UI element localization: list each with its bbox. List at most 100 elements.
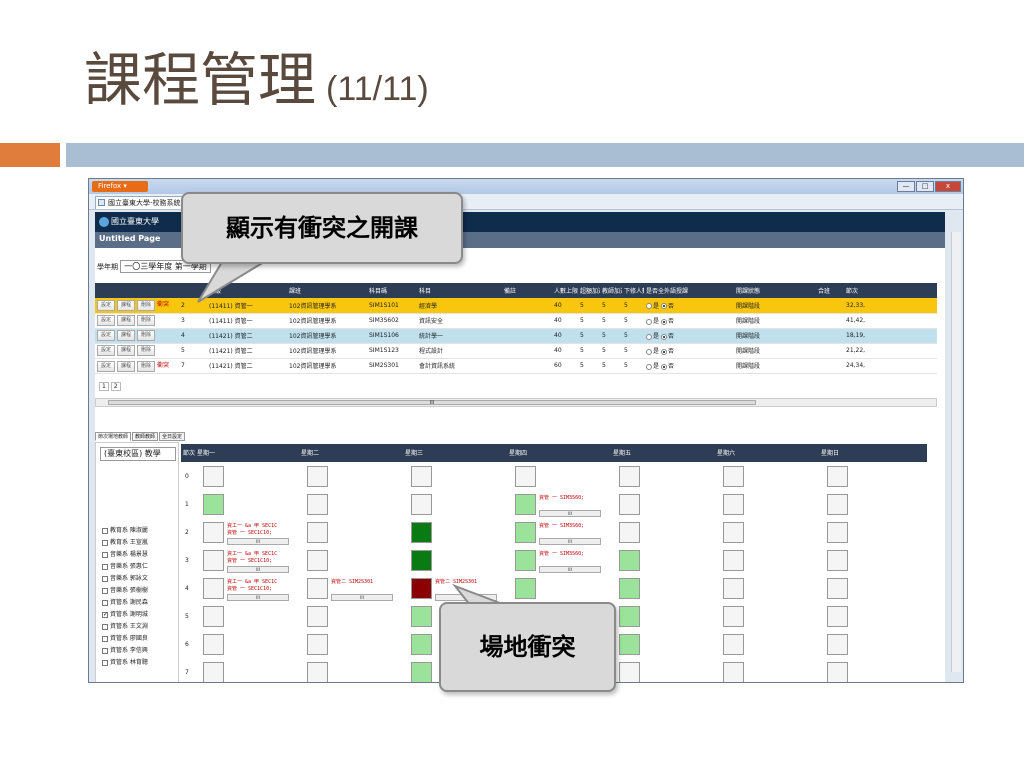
teacher-checkbox[interactable] [102, 647, 108, 654]
schedule-cell[interactable] [307, 522, 328, 543]
schedule-cell[interactable] [307, 634, 328, 655]
delete-button[interactable]: 刪除 [137, 360, 156, 372]
course-button[interactable]: 課程 [117, 315, 136, 326]
thu-p1-scroll[interactable]: III [539, 510, 601, 517]
schedule-cell[interactable] [411, 550, 432, 571]
set-button[interactable]: 設定 [97, 330, 116, 341]
schedule-cell[interactable] [827, 662, 848, 682]
schedule-cell[interactable] [203, 522, 224, 543]
radio-yes[interactable] [646, 348, 652, 355]
schedule-cell[interactable] [619, 550, 640, 571]
tab-period-room-teacher[interactable]: 節次場地教師 [95, 432, 132, 441]
teacher-checkbox[interactable]: ✓ [102, 611, 108, 618]
teacher-item[interactable]: 資管系 謝民森 [102, 597, 148, 606]
schedule-cell[interactable] [723, 494, 744, 515]
course-row[interactable]: 設定 課程 刪除 3 (11411) 資管一 102資訊管理學系 SIM3S602 資訊安全 4… [95, 313, 937, 329]
firefox-menu-button[interactable]: Firefox ▾ [92, 181, 148, 192]
schedule-cell[interactable] [515, 466, 536, 487]
schedule-cell[interactable] [619, 606, 640, 627]
schedule-cell[interactable] [827, 634, 848, 655]
schedule-cell[interactable] [827, 466, 848, 487]
delete-button[interactable]: 刪除 [137, 345, 156, 356]
grid-hscrollbar[interactable]: III [95, 398, 937, 407]
course-button[interactable]: 課程 [117, 300, 136, 312]
teacher-checkbox[interactable] [102, 587, 108, 594]
radio-no[interactable] [660, 318, 667, 325]
schedule-cell-conflict[interactable] [411, 578, 432, 599]
schedule-cell[interactable] [203, 578, 224, 599]
schedule-cell[interactable] [619, 522, 640, 543]
col-class[interactable]: 課班 [287, 283, 367, 298]
schedule-cell[interactable] [723, 522, 744, 543]
col-over[interactable]: 超額加選人數 [578, 283, 600, 298]
schedule-cell[interactable] [827, 550, 848, 571]
schedule-cell[interactable] [723, 606, 744, 627]
mon-p2-scroll[interactable]: III [227, 538, 289, 545]
delete-button[interactable]: 刪除 [137, 315, 156, 326]
radio-no[interactable] [660, 348, 667, 355]
col-note[interactable]: 備註 [502, 283, 552, 298]
teacher-checkbox[interactable] [102, 635, 108, 642]
minimize-button[interactable]: — [897, 181, 915, 192]
schedule-cell[interactable] [307, 578, 328, 599]
schedule-cell[interactable] [723, 550, 744, 571]
mon-p4-scroll[interactable]: III [227, 594, 289, 601]
schedule-cell[interactable] [619, 578, 640, 599]
hscroll-thumb[interactable]: III [108, 400, 756, 406]
set-button[interactable]: 設定 [97, 315, 116, 326]
schedule-cell[interactable] [515, 522, 536, 543]
teacher-item[interactable]: 資管系 王文淵 [102, 621, 148, 630]
teacher-checkbox[interactable] [102, 575, 108, 582]
schedule-cell[interactable] [307, 550, 328, 571]
page-1[interactable]: 1 [99, 382, 109, 391]
teacher-item[interactable]: 音樂系 郭詠文 [102, 573, 148, 582]
radio-yes[interactable] [646, 318, 652, 325]
course-row[interactable]: 設定 課程 刪除 5 (11421) 資管二 102資訊管理學系 SIM1S123 程式設計 4… [95, 343, 937, 359]
teacher-item[interactable]: 資管系 林育聰 [102, 657, 148, 666]
teacher-item[interactable]: 音樂系 張樹樹 [102, 585, 148, 594]
schedule-cell[interactable] [411, 522, 432, 543]
col-grade[interactable]: 年級 [207, 283, 287, 298]
course-button[interactable]: 課程 [117, 330, 136, 341]
teacher-item[interactable]: 教育系 王宣嵐 [102, 537, 148, 546]
teacher-checkbox[interactable] [102, 623, 108, 630]
schedule-cell[interactable] [411, 634, 432, 655]
schedule-cell[interactable] [307, 662, 328, 682]
schedule-cell[interactable] [203, 634, 224, 655]
maximize-button[interactable]: □ [916, 181, 934, 192]
schedule-cell[interactable] [827, 522, 848, 543]
col-merge[interactable]: 合班 [816, 283, 844, 298]
radio-yes[interactable] [646, 303, 652, 310]
radio-yes[interactable] [646, 363, 652, 370]
radio-no[interactable] [660, 363, 667, 370]
tab-teacher[interactable]: 教師教師 [132, 432, 159, 441]
teacher-item[interactable]: 資管系 李信興 [102, 645, 148, 654]
teacher-checkbox[interactable] [102, 527, 108, 534]
teacher-checkbox[interactable] [102, 599, 108, 606]
schedule-cell[interactable] [307, 494, 328, 515]
campus-select[interactable]: (臺東校區) 教學 [100, 447, 176, 461]
radio-yes[interactable] [646, 333, 652, 340]
schedule-cell[interactable] [619, 662, 640, 682]
teacher-item[interactable]: ✓ 資管系 謝明城 [102, 609, 148, 618]
schedule-cell[interactable] [203, 466, 224, 487]
col-teacher-add[interactable]: 教師加選人數 [600, 283, 622, 298]
col-status[interactable]: 開課狀態 [734, 283, 816, 298]
course-row[interactable]: 設定 課程 刪除 4 (11421) 資管二 102資訊管理學系 SIM1S106 統計學一 4… [95, 328, 937, 344]
schedule-cell[interactable] [203, 494, 224, 515]
schedule-cell[interactable] [411, 466, 432, 487]
col-periods[interactable]: 節次 [844, 283, 937, 298]
schedule-cell[interactable] [827, 578, 848, 599]
course-row[interactable]: 設定 課程 刪除 衝突 2 (11411) 資管一 102資訊管理學系 SIM1S101 經濟學… [95, 298, 937, 314]
schedule-cell[interactable] [203, 606, 224, 627]
teacher-checkbox[interactable] [102, 659, 108, 666]
teacher-item[interactable]: 資管系 廖國良 [102, 633, 148, 642]
schedule-cell[interactable] [203, 662, 224, 682]
set-button[interactable]: 設定 [97, 345, 116, 356]
delete-button[interactable]: 刪除 [137, 300, 156, 312]
tab-all-day[interactable]: 全日設定 [159, 432, 186, 441]
course-row[interactable]: 設定 課程 刪除 衝突 7 (11421) 資管二 102資訊管理學系 SIM2S301 會計資… [95, 358, 937, 374]
tue-p4-scroll[interactable]: III [331, 594, 393, 601]
thu-p3-scroll[interactable]: III [539, 566, 601, 573]
col-subject[interactable]: 科目 [417, 283, 502, 298]
